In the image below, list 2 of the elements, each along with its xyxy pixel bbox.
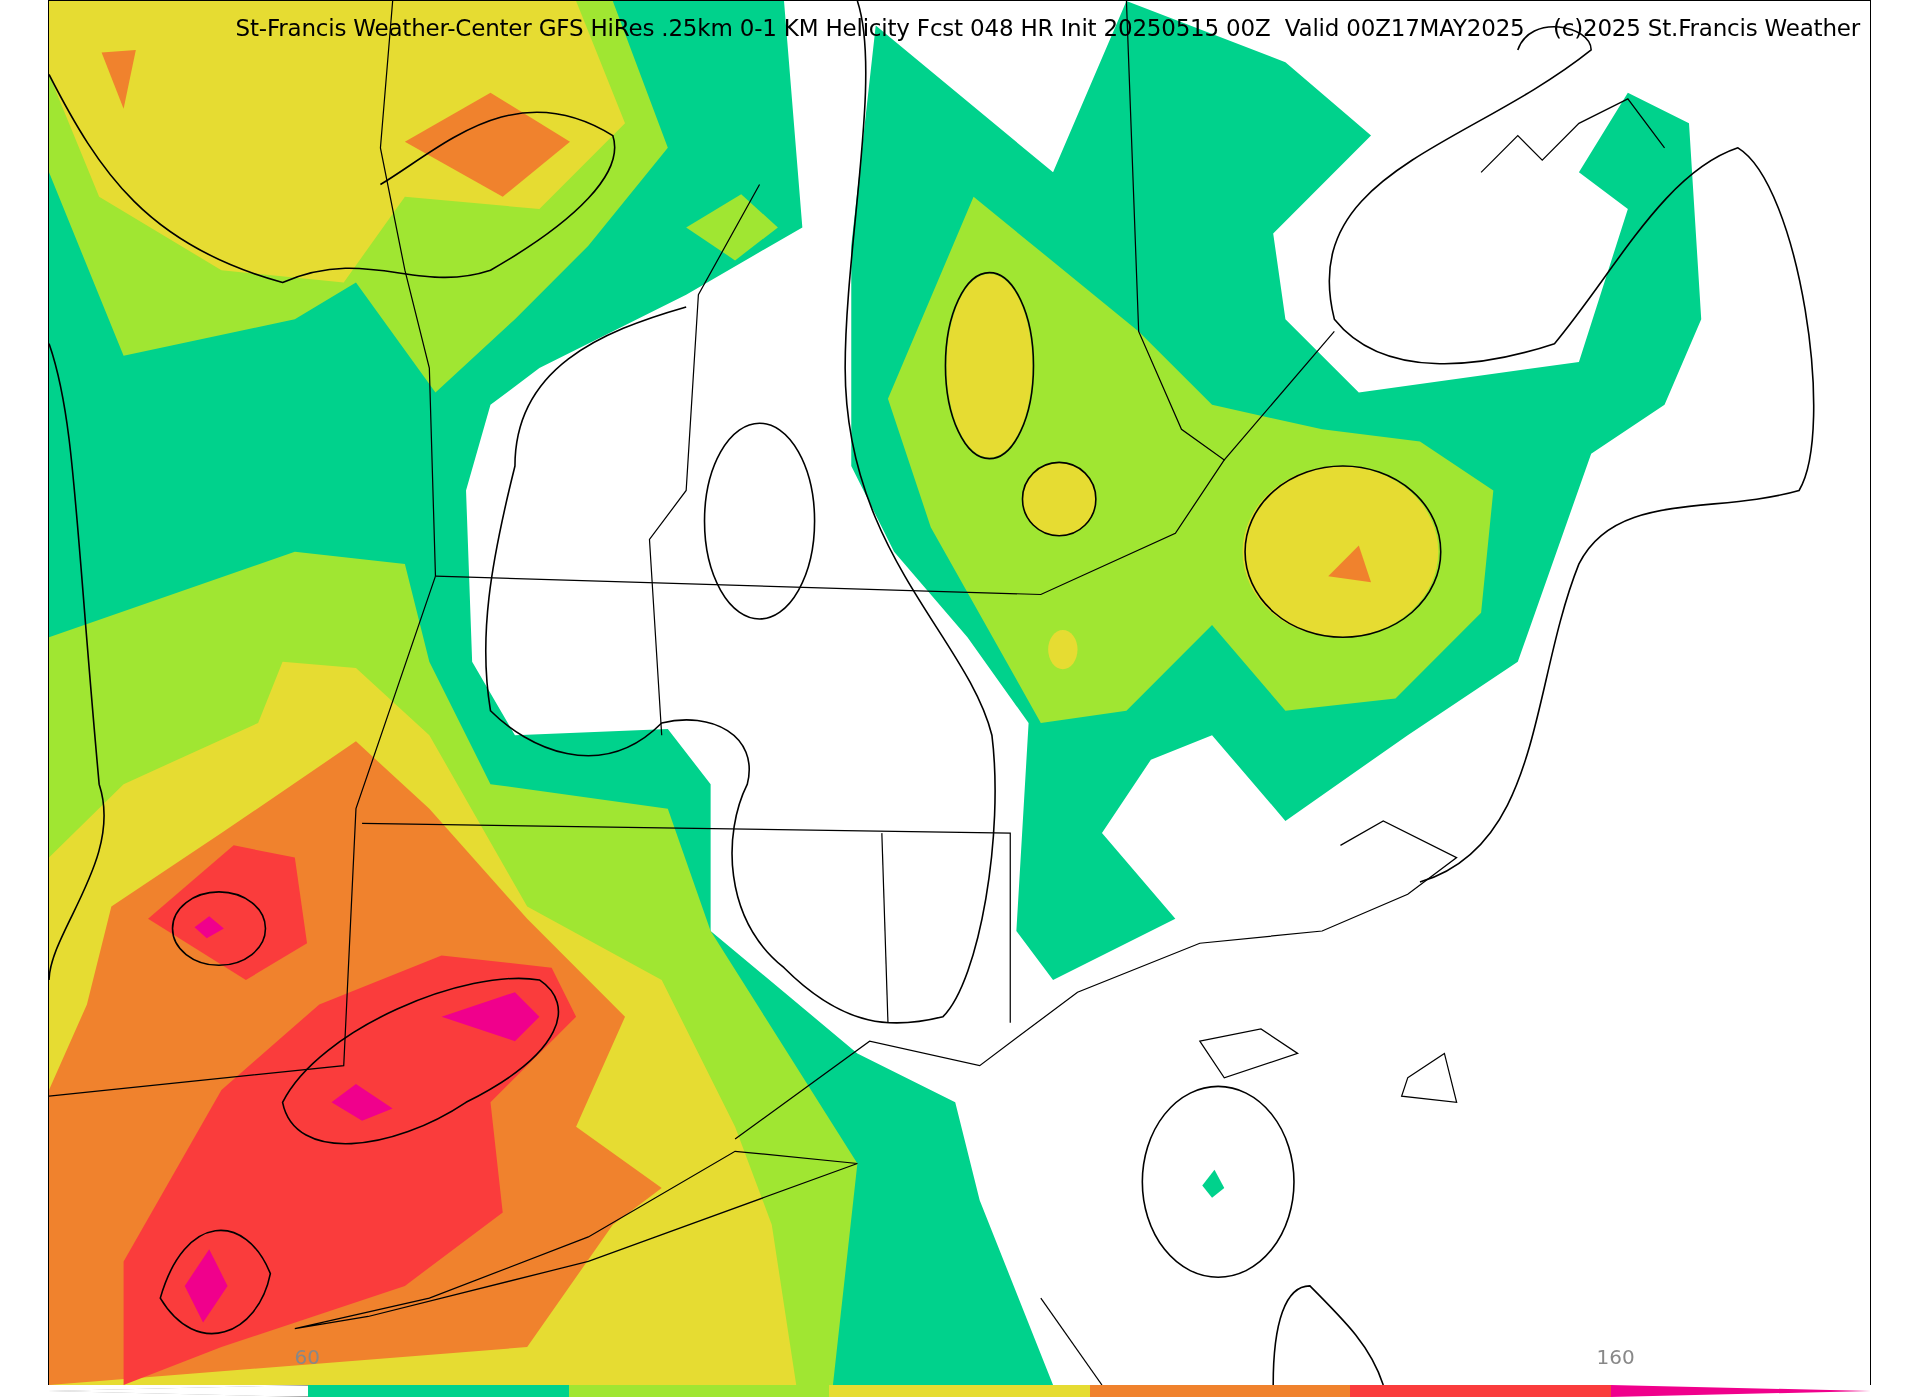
legend-label: 60 <box>294 1345 320 1369</box>
legend-label: 160 <box>1596 1345 1635 1369</box>
